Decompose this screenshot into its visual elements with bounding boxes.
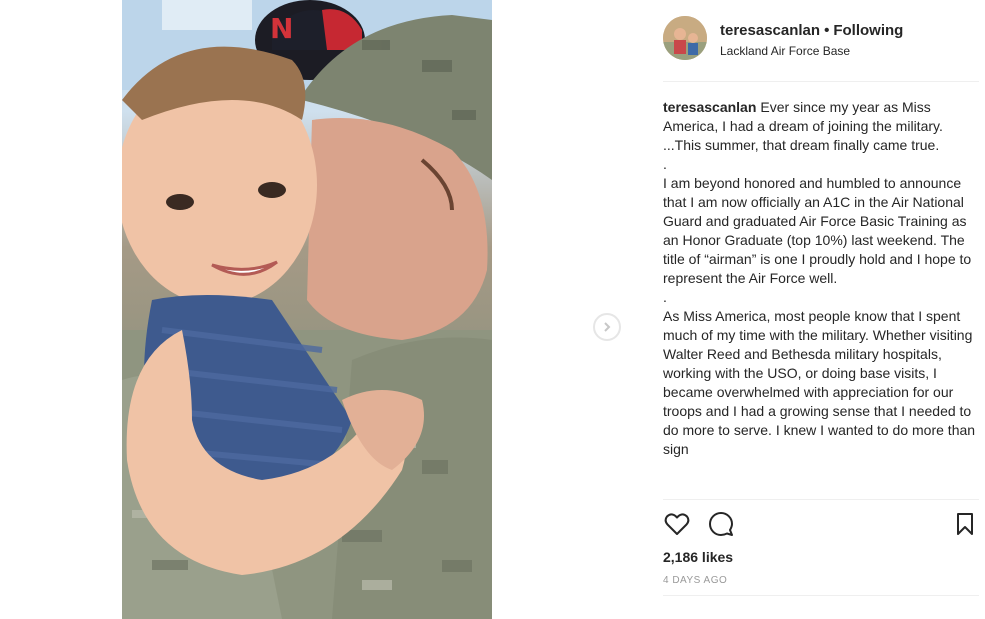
footer-divider bbox=[663, 595, 979, 596]
caption-paragraph: I am beyond honored and humbled to annou… bbox=[663, 175, 972, 286]
comment-icon bbox=[709, 512, 733, 536]
caption-username[interactable]: teresascanlan bbox=[663, 99, 756, 115]
post-photo[interactable]: N bbox=[122, 0, 492, 619]
header-divider bbox=[663, 81, 979, 82]
comment-button[interactable] bbox=[707, 510, 735, 538]
post-header: teresascanlan • Following Lackland Air For… bbox=[663, 16, 979, 80]
bookmark-icon bbox=[957, 513, 973, 535]
avatar-image bbox=[663, 16, 707, 60]
username-link[interactable]: teresascanlan bbox=[720, 22, 820, 39]
heart-icon bbox=[664, 513, 690, 535]
caption: teresascanlan Ever since my year as Miss … bbox=[663, 98, 979, 498]
svg-text:N: N bbox=[270, 12, 293, 45]
location-link[interactable]: Lackland Air Force Base bbox=[720, 44, 850, 58]
chevron-right-icon bbox=[604, 322, 611, 332]
follow-status[interactable]: Following bbox=[833, 22, 903, 39]
save-button[interactable] bbox=[951, 510, 979, 538]
post-photo-illustration: N bbox=[122, 0, 492, 619]
caption-paragraph: As Miss America, most people know that I… bbox=[663, 308, 976, 457]
like-button[interactable] bbox=[663, 510, 691, 538]
action-bar bbox=[663, 510, 979, 538]
caption-divider bbox=[663, 499, 979, 500]
post-timestamp: 4 DAYS AGO bbox=[663, 575, 728, 586]
caption-paragraph: . bbox=[663, 289, 667, 305]
username-line: teresascanlan • Following bbox=[720, 22, 903, 39]
caption-paragraph: . bbox=[663, 156, 667, 172]
separator-dot: • bbox=[824, 22, 830, 39]
avatar[interactable] bbox=[663, 16, 707, 60]
next-photo-button[interactable] bbox=[593, 313, 621, 341]
likes-count[interactable]: 2,186 likes bbox=[663, 549, 733, 565]
